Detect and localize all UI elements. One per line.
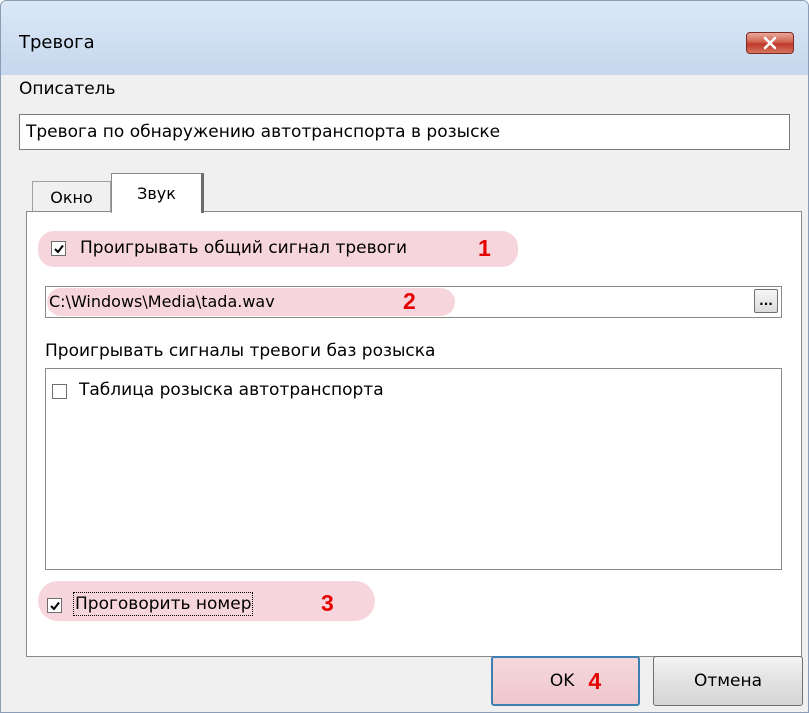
dialog-window: Тревога Описатель Окно Звук Проигрывать … — [0, 0, 809, 713]
speak-number-label[interactable]: Проговорить номер — [72, 592, 254, 616]
tab-window[interactable]: Окно — [32, 181, 111, 212]
marker-4: 4 — [588, 667, 602, 694]
cancel-button-label: Отмена — [693, 671, 763, 691]
marker-1: 1 — [478, 235, 491, 261]
description-label: Описатель — [19, 79, 116, 99]
close-icon — [763, 36, 777, 50]
ok-button-label: OK — [549, 671, 575, 691]
checkmark-icon — [49, 601, 60, 611]
cancel-button[interactable]: Отмена — [653, 656, 803, 706]
marker-3: 3 — [321, 590, 334, 616]
tab-sound-label: Звук — [137, 184, 176, 203]
marker-2: 2 — [403, 288, 416, 314]
description-input[interactable] — [19, 114, 790, 150]
browse-button[interactable]: ... — [754, 289, 778, 313]
sound-file-path[interactable]: C:\Windows\Media\tada.wav — [49, 292, 275, 311]
checkmark-icon — [53, 244, 64, 254]
base-checkbox[interactable] — [52, 384, 67, 399]
close-button[interactable] — [746, 32, 794, 54]
play-common-alarm-checkbox[interactable] — [51, 241, 66, 256]
base-item-label[interactable]: Таблица розыска автотранспорта — [79, 380, 384, 400]
title-bar[interactable]: Тревога — [1, 1, 808, 75]
play-common-alarm-label[interactable]: Проигрывать общий сигнал тревоги — [80, 238, 407, 258]
tab-window-label: Окно — [50, 187, 93, 207]
bases-label: Проигрывать сигналы тревоги баз розыска — [45, 341, 436, 361]
window-title: Тревога — [19, 32, 95, 53]
ok-button[interactable]: OK 4 — [491, 656, 640, 706]
tab-sound[interactable]: Звук — [111, 173, 204, 213]
speak-number-checkbox[interactable] — [47, 598, 62, 613]
browse-button-label: ... — [759, 294, 773, 308]
